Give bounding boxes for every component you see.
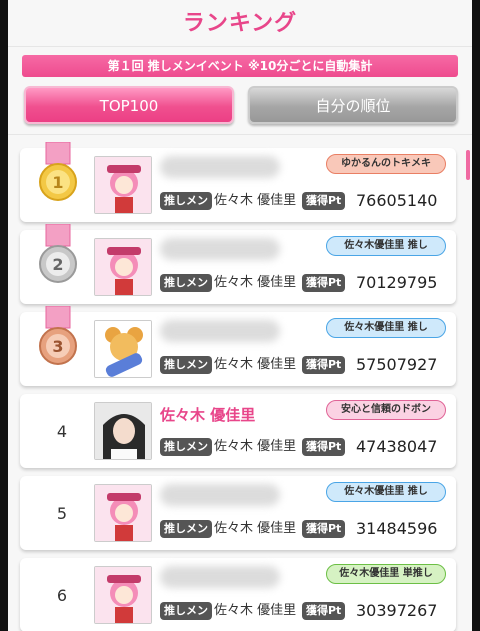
points-value: 57507927	[356, 355, 438, 374]
points-tag: 獲得Pt	[302, 438, 346, 456]
nickname-blurred	[160, 156, 280, 178]
ranking-panel: ランキング 第１回 推しメンイベント ※10分ごとに自動集計 TOP100 自分…	[8, 0, 472, 631]
avatar[interactable]	[94, 566, 152, 624]
title-badge: 佐々木優佳里 推し	[326, 236, 446, 256]
silver-medal-icon: 2	[39, 224, 77, 283]
title-badge: 安心と信頼のドボン	[326, 400, 446, 420]
nickname-blurred	[160, 566, 280, 588]
points-tag: 獲得Pt	[302, 356, 346, 374]
title-badge: 佐々木優佳里 推し	[326, 482, 446, 502]
title-badge: ゆかるんのトキメキ	[326, 154, 446, 174]
svg-text:3: 3	[52, 337, 63, 356]
oshi-member-name: 佐々木 優佳里	[214, 193, 297, 208]
oshi-member-name: 佐々木 優佳里	[214, 275, 297, 290]
event-banner: 第１回 推しメンイベント ※10分ごとに自動集計	[22, 55, 458, 77]
points-value: 70129795	[356, 273, 438, 292]
points-value: 47438047	[356, 437, 438, 456]
svg-text:2: 2	[52, 255, 63, 274]
ranking-row[interactable]: 3 佐々木優佳里 推し 推しメン 佐々木 優佳里 獲得Pt 57507927	[20, 306, 456, 386]
points-tag: 獲得Pt	[302, 192, 346, 210]
ranking-row[interactable]: 2 佐々木優佳里 推し 推しメン 佐々木 優佳里 獲得Pt 70129795	[20, 224, 456, 304]
rank-number: 5	[56, 504, 68, 523]
title-divider	[8, 46, 472, 47]
points-value: 31484596	[356, 519, 438, 538]
avatar[interactable]	[94, 156, 152, 214]
ranking-row[interactable]: 5 佐々木優佳里 推し 推しメン 佐々木 優佳里 獲得Pt 31484596	[20, 476, 456, 550]
avatar[interactable]	[94, 402, 152, 460]
title-badge: 佐々木優佳里 単推し	[326, 564, 446, 584]
page-title: ランキング	[182, 11, 298, 36]
oshi-member-name: 佐々木 優佳里	[214, 521, 297, 536]
rank-number: 4	[56, 422, 68, 441]
rank-number: 6	[56, 586, 68, 605]
nickname: 佐々木 優佳里	[160, 406, 256, 424]
tab-my-rank[interactable]: 自分の順位	[248, 86, 458, 124]
oshi-tag: 推しメン	[160, 602, 212, 620]
oshi-member-name: 佐々木 優佳里	[214, 603, 297, 618]
bronze-medal-icon: 3	[39, 306, 77, 365]
points-value: 30397267	[356, 601, 438, 620]
nickname-blurred	[160, 238, 280, 260]
oshi-member-name: 佐々木 優佳里	[214, 357, 297, 372]
oshi-member-name: 佐々木 優佳里	[214, 439, 297, 454]
list-divider	[8, 134, 472, 135]
points-tag: 獲得Pt	[302, 274, 346, 292]
ranking-row[interactable]: 1 ゆかるんのトキメキ 推しメン 佐々木 優佳里 獲得Pt 76605140	[20, 142, 456, 222]
avatar[interactable]	[94, 238, 152, 296]
oshi-tag: 推しメン	[160, 520, 212, 538]
points-tag: 獲得Pt	[302, 520, 346, 538]
nickname-blurred	[160, 320, 280, 342]
ranking-row[interactable]: 4 佐々木 優佳里 安心と信頼のドボン 推しメン 佐々木 優佳里 獲得Pt 47…	[20, 394, 456, 468]
title-badge: 佐々木優佳里 推し	[326, 318, 446, 338]
oshi-tag: 推しメン	[160, 192, 212, 210]
nickname-blurred	[160, 484, 280, 506]
oshi-tag: 推しメン	[160, 274, 212, 292]
avatar[interactable]	[94, 320, 152, 378]
avatar[interactable]	[94, 484, 152, 542]
svg-text:1: 1	[52, 173, 63, 192]
oshi-tag: 推しメン	[160, 438, 212, 456]
gold-medal-icon: 1	[39, 142, 77, 201]
points-value: 76605140	[356, 191, 438, 210]
tab-top100[interactable]: TOP100	[24, 86, 234, 124]
points-tag: 獲得Pt	[302, 602, 346, 620]
ranking-row[interactable]: 6 佐々木優佳里 単推し 推しメン 佐々木 優佳里 獲得Pt 30397267	[20, 558, 456, 631]
scrollbar-thumb[interactable]	[466, 150, 470, 180]
oshi-tag: 推しメン	[160, 356, 212, 374]
